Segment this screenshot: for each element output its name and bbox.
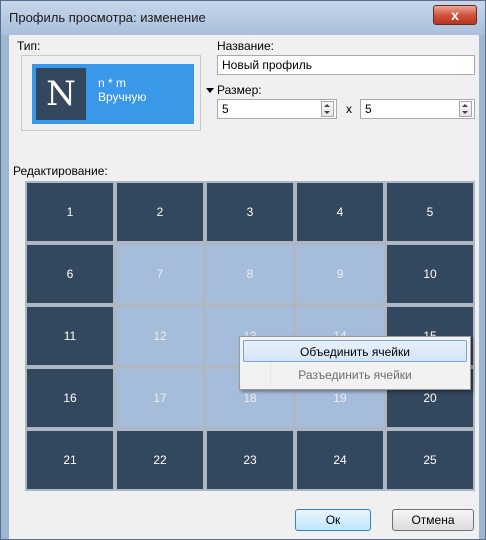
grid-cell[interactable]: 22: [117, 431, 203, 489]
type-label: Тип:: [17, 39, 41, 53]
grid-cell[interactable]: 24: [297, 431, 383, 489]
window-title: Профиль просмотра: изменение: [9, 10, 206, 25]
grid-cell[interactable]: 23: [207, 431, 293, 489]
grid-cell[interactable]: 5: [387, 183, 473, 241]
layout-type-icon: N: [36, 68, 86, 120]
name-input[interactable]: Новый профиль: [217, 55, 475, 75]
grid-cell[interactable]: 3: [207, 183, 293, 241]
cancel-button[interactable]: Отмена: [392, 509, 474, 531]
grid-cell[interactable]: 12: [117, 307, 203, 365]
grid-cell[interactable]: 1: [27, 183, 113, 241]
grid-cell[interactable]: 8: [207, 245, 293, 303]
grid-cell[interactable]: 17: [117, 369, 203, 427]
type-formula: n * m: [98, 76, 127, 90]
rows-value: 5: [222, 102, 229, 116]
type-selector[interactable]: N n * m Вручную: [21, 55, 201, 131]
size-times-sign: x: [346, 102, 352, 116]
split-cells-menu-item[interactable]: Разъединить ячейки: [243, 364, 467, 386]
edit-label: Редактирование:: [13, 164, 108, 178]
grid-cell[interactable]: 16: [27, 369, 113, 427]
grid-cell[interactable]: 21: [27, 431, 113, 489]
grid-cell[interactable]: 25: [387, 431, 473, 489]
close-button[interactable]: x: [433, 5, 477, 25]
grid-cell[interactable]: 6: [27, 245, 113, 303]
rows-spin-arrows-icon[interactable]: [321, 101, 334, 117]
merge-cells-menu-item[interactable]: Объединить ячейки: [243, 340, 467, 362]
rows-spinbox[interactable]: 5: [217, 99, 337, 119]
cols-spin-arrows-icon[interactable]: [459, 101, 472, 117]
name-label: Название:: [217, 39, 274, 53]
grid-cell[interactable]: 7: [117, 245, 203, 303]
type-mode: Вручную: [98, 90, 147, 104]
type-selected-item[interactable]: N n * m Вручную: [32, 64, 194, 124]
grid-cell[interactable]: 4: [297, 183, 383, 241]
cols-spinbox[interactable]: 5: [360, 99, 475, 119]
context-menu: Объединить ячейки Разъединить ячейки: [239, 336, 471, 390]
dialog-body: Тип: N n * m Вручную Название: Новый про…: [9, 35, 479, 539]
grid-cell[interactable]: 11: [27, 307, 113, 365]
grid-cell[interactable]: 2: [117, 183, 203, 241]
grid-cell[interactable]: 9: [297, 245, 383, 303]
grid-cell[interactable]: 10: [387, 245, 473, 303]
dialog-window: Профиль просмотра: изменение x Тип: N n …: [0, 0, 486, 540]
ok-button[interactable]: Ок: [295, 509, 371, 531]
cols-value: 5: [365, 102, 372, 116]
title-bar[interactable]: Профиль просмотра: изменение x: [1, 1, 485, 35]
size-label: Размер:: [217, 83, 262, 97]
dropdown-arrow-icon[interactable]: [206, 88, 214, 93]
